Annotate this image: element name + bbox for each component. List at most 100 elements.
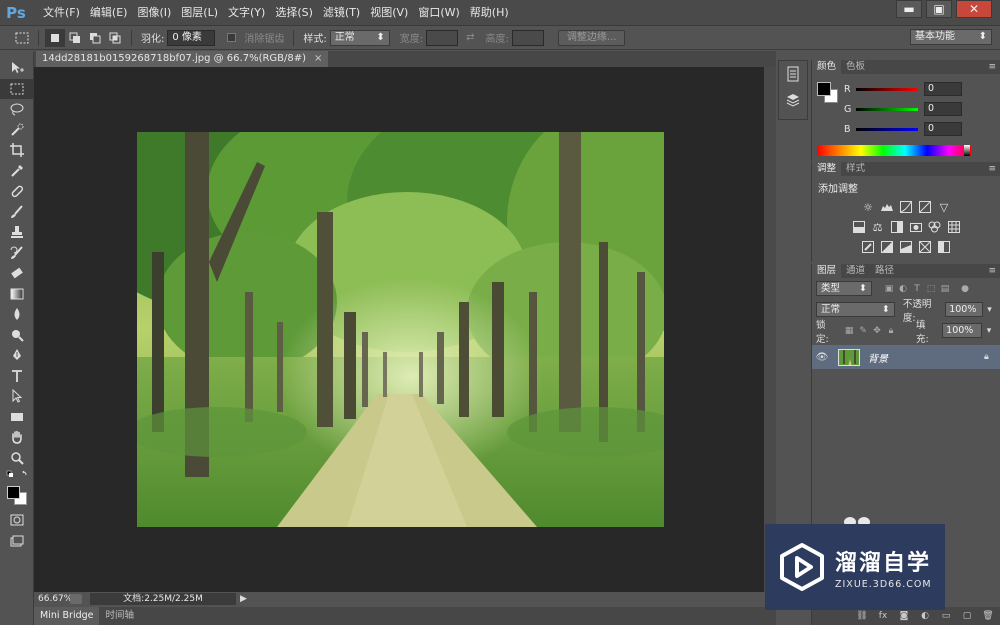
tab-color[interactable]: 颜色 bbox=[812, 60, 842, 74]
selective-color-icon[interactable] bbox=[936, 239, 953, 255]
layer-filter-select[interactable]: 类型 ⬍ bbox=[816, 281, 872, 296]
color-spectrum[interactable] bbox=[817, 145, 971, 156]
lasso-tool-icon[interactable] bbox=[0, 99, 34, 120]
tab-styles[interactable]: 样式 bbox=[841, 162, 870, 176]
clone-stamp-tool-icon[interactable] bbox=[0, 222, 34, 243]
new-layer-icon[interactable]: ▢ bbox=[960, 611, 974, 621]
link-layers-icon[interactable]: ⛓ bbox=[855, 611, 869, 621]
crop-tool-icon[interactable] bbox=[0, 140, 34, 161]
tab-swatches[interactable]: 色板 bbox=[841, 60, 870, 74]
menu-image[interactable]: 图像(I) bbox=[132, 0, 176, 26]
properties-panel-icon[interactable] bbox=[779, 87, 807, 113]
close-tab-icon[interactable]: × bbox=[314, 51, 322, 67]
blur-tool-icon[interactable] bbox=[0, 304, 34, 325]
filter-smart-object-icon[interactable]: ▤ bbox=[938, 284, 952, 294]
forest-path-photo[interactable] bbox=[137, 132, 664, 527]
feather-input[interactable]: 0 像素 bbox=[167, 29, 216, 46]
tab-timeline[interactable]: 时间轴 bbox=[99, 607, 140, 625]
healing-brush-tool-icon[interactable] bbox=[0, 181, 34, 202]
eyedropper-tool-icon[interactable] bbox=[0, 161, 34, 182]
dodge-tool-icon[interactable] bbox=[0, 325, 34, 346]
type-tool-icon[interactable] bbox=[0, 366, 34, 387]
exposure-icon[interactable] bbox=[917, 199, 934, 215]
quick-mask-icon[interactable] bbox=[0, 510, 34, 531]
workspace-select[interactable]: 基本功能 ⬍ bbox=[910, 29, 992, 45]
black-white-icon[interactable] bbox=[888, 219, 905, 235]
panel-menu-icon[interactable]: ≡ bbox=[988, 60, 996, 74]
vertical-scrollbar[interactable] bbox=[764, 67, 776, 592]
share-icon[interactable] bbox=[70, 594, 82, 604]
green-slider[interactable] bbox=[856, 107, 918, 111]
tab-layers[interactable]: 图层 bbox=[812, 264, 842, 278]
green-value-input[interactable]: 0 bbox=[924, 102, 962, 116]
swap-dimensions-icon[interactable]: ⇄ bbox=[466, 32, 474, 43]
rectangle-tool-icon[interactable] bbox=[0, 407, 34, 428]
gradient-map-icon[interactable] bbox=[917, 239, 934, 255]
blue-value-input[interactable]: 0 bbox=[924, 122, 962, 136]
document-tab[interactable]: 14dd28181b0159268718bf07.jpg @ 66.7%(RGB… bbox=[36, 51, 329, 67]
gradient-tool-icon[interactable] bbox=[0, 284, 34, 305]
panel-menu-icon[interactable]: ≡ bbox=[988, 264, 996, 278]
rectangular-marquee-tool-icon[interactable] bbox=[0, 78, 34, 99]
layer-style-icon[interactable]: fx bbox=[876, 611, 890, 621]
marquee-preset-icon[interactable] bbox=[12, 29, 32, 47]
quick-selection-tool-icon[interactable] bbox=[0, 120, 34, 141]
intersect-selection-icon[interactable] bbox=[105, 29, 125, 47]
foreground-color-swatch[interactable] bbox=[817, 82, 831, 96]
lock-all-icon[interactable]: 🔒︎ bbox=[884, 326, 898, 336]
move-tool-icon[interactable] bbox=[0, 58, 34, 79]
menu-help[interactable]: 帮助(H) bbox=[465, 0, 514, 26]
add-selection-icon[interactable] bbox=[65, 29, 85, 47]
menu-layer[interactable]: 图层(L) bbox=[176, 0, 223, 26]
panel-menu-icon[interactable]: ≡ bbox=[988, 162, 996, 176]
reset-colors-icon[interactable] bbox=[0, 468, 34, 482]
color-balance-icon[interactable]: ⚖ bbox=[869, 219, 886, 235]
new-adjustment-icon[interactable]: ◐ bbox=[918, 611, 932, 621]
curves-icon[interactable] bbox=[898, 199, 915, 215]
delete-layer-icon[interactable]: 🗑︎ bbox=[981, 611, 995, 621]
refine-edge-button[interactable]: 调整边缘... bbox=[557, 29, 626, 46]
fill-dropdown-icon[interactable]: ▾ bbox=[982, 326, 996, 336]
maximize-button[interactable]: ▣ bbox=[926, 0, 952, 18]
style-select[interactable]: 正常 ⬍ bbox=[329, 29, 390, 46]
screen-mode-icon[interactable] bbox=[0, 531, 34, 552]
zoom-level[interactable]: 66.67% bbox=[34, 594, 72, 604]
brush-tool-icon[interactable] bbox=[0, 202, 34, 223]
filter-type-icon[interactable]: T bbox=[910, 284, 924, 294]
layer-name[interactable]: 背景 bbox=[868, 350, 984, 365]
vibrance-icon[interactable]: ▽ bbox=[936, 199, 953, 215]
pen-tool-icon[interactable] bbox=[0, 345, 34, 366]
black-white-ramp[interactable] bbox=[964, 145, 970, 156]
filter-shape-icon[interactable]: ⬚ bbox=[924, 284, 938, 294]
width-input[interactable] bbox=[426, 29, 459, 46]
fill-input[interactable]: 100% bbox=[942, 323, 983, 338]
menu-select[interactable]: 选择(S) bbox=[270, 0, 318, 26]
menu-view[interactable]: 视图(V) bbox=[365, 0, 413, 26]
invert-icon[interactable] bbox=[860, 239, 877, 255]
lock-transparency-icon[interactable]: ▦ bbox=[842, 326, 856, 336]
posterize-icon[interactable] bbox=[879, 239, 896, 255]
subtract-selection-icon[interactable] bbox=[85, 29, 105, 47]
filter-toggle-icon[interactable]: ● bbox=[958, 284, 972, 294]
tab-channels[interactable]: 通道 bbox=[841, 264, 870, 278]
minimize-button[interactable]: ▬ bbox=[896, 0, 922, 18]
menu-filter[interactable]: 滤镜(T) bbox=[318, 0, 365, 26]
eraser-tool-icon[interactable] bbox=[0, 263, 34, 284]
history-brush-tool-icon[interactable] bbox=[0, 243, 34, 264]
tab-paths[interactable]: 路径 bbox=[870, 264, 899, 278]
threshold-icon[interactable] bbox=[898, 239, 915, 255]
filter-adjustment-icon[interactable]: ◐ bbox=[896, 284, 910, 294]
channel-mixer-icon[interactable] bbox=[926, 219, 943, 235]
tab-mini-bridge[interactable]: Mini Bridge bbox=[34, 607, 100, 625]
menu-type[interactable]: 文字(Y) bbox=[223, 0, 270, 26]
tab-adjustments[interactable]: 调整 bbox=[812, 162, 842, 176]
menu-file[interactable]: 文件(F) bbox=[38, 0, 85, 26]
filter-pixel-icon[interactable]: ▣ bbox=[882, 284, 896, 294]
lock-position-icon[interactable]: ✥ bbox=[870, 326, 884, 336]
path-selection-tool-icon[interactable] bbox=[0, 386, 34, 407]
height-input[interactable] bbox=[511, 29, 544, 46]
visibility-eye-icon[interactable]: 👁︎ bbox=[812, 352, 832, 363]
status-menu-arrow-icon[interactable]: ▶ bbox=[240, 594, 247, 604]
hue-saturation-icon[interactable] bbox=[850, 219, 867, 235]
history-panel-icon[interactable] bbox=[779, 61, 807, 87]
